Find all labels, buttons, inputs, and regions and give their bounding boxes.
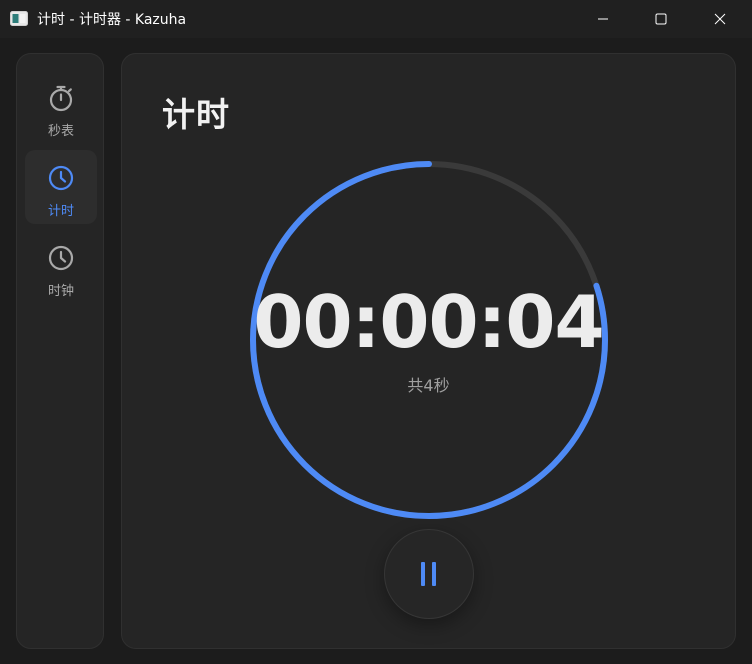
sidebar-item-stopwatch[interactable]: 秒表 bbox=[25, 70, 97, 144]
sidebar-item-label: 计时 bbox=[47, 204, 74, 219]
close-icon bbox=[714, 13, 726, 25]
clock-icon bbox=[48, 245, 74, 271]
page-title: 计时 bbox=[162, 95, 230, 134]
sidebar-item-clock[interactable]: 时钟 bbox=[25, 230, 97, 304]
time-display: 00:00:04 bbox=[253, 280, 604, 364]
sidebar: 秒表 计时 时钟 bbox=[16, 53, 104, 649]
sidebar-item-timer[interactable]: 计时 bbox=[25, 150, 97, 224]
stopwatch-icon bbox=[49, 85, 73, 112]
close-button[interactable] bbox=[697, 0, 743, 38]
app-window: 计时 - 计时器 - Kazuha 秒表 计时 时钟 计时 00:00:04 共… bbox=[0, 0, 752, 664]
title-bar: 计时 - 计时器 - Kazuha bbox=[0, 0, 752, 38]
clock-icon bbox=[48, 165, 74, 191]
sidebar-item-label: 时钟 bbox=[47, 284, 74, 299]
maximize-icon bbox=[655, 13, 667, 25]
total-duration-text: 共4秒 bbox=[407, 376, 450, 395]
main-panel: 计时 00:00:04 共4秒 bbox=[121, 53, 736, 649]
app-icon bbox=[10, 11, 28, 26]
window-title: 计时 - 计时器 - Kazuha bbox=[37, 12, 187, 28]
pause-icon bbox=[421, 562, 436, 586]
minimize-button[interactable] bbox=[580, 0, 626, 38]
minimize-icon bbox=[598, 18, 608, 20]
sidebar-item-label: 秒表 bbox=[47, 124, 74, 139]
maximize-button[interactable] bbox=[638, 0, 684, 38]
pause-button[interactable] bbox=[384, 529, 474, 619]
